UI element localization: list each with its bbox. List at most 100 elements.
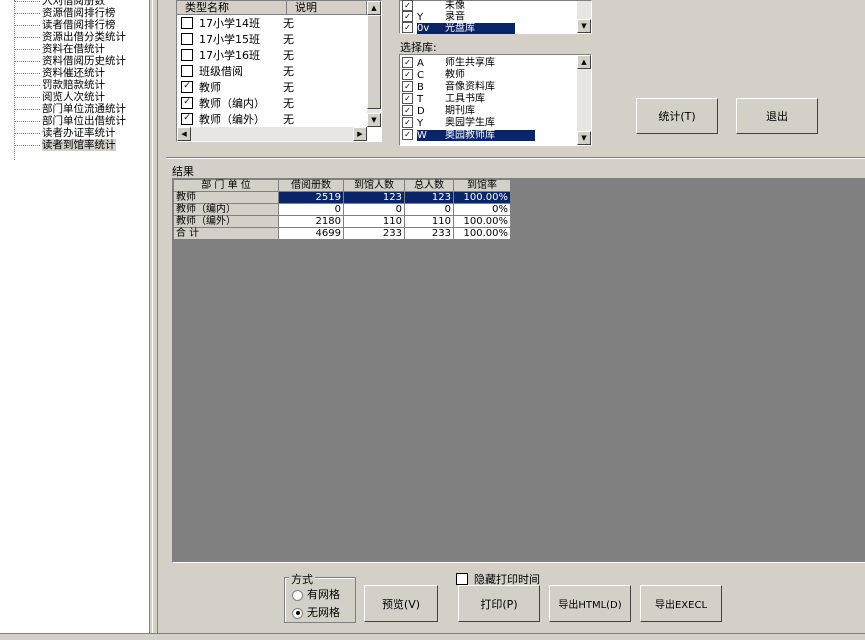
tree-item[interactable]: 资源借阅排行榜 bbox=[14, 8, 116, 19]
scroll-left-icon[interactable]: ◀ bbox=[177, 127, 191, 141]
exit-button[interactable]: 退出 bbox=[736, 98, 818, 134]
checkbox-checked-icon[interactable]: ✓ bbox=[181, 81, 193, 93]
radio-nogrid[interactable] bbox=[292, 607, 303, 619]
column-header-description[interactable]: 说明 bbox=[287, 1, 367, 15]
checkbox-checked-icon[interactable]: ✓ bbox=[402, 22, 413, 33]
unit-cell[interactable]: 教师（编内） bbox=[173, 203, 279, 216]
borrow-cell[interactable]: 2519 bbox=[278, 191, 344, 204]
checkbox-unchecked-icon[interactable] bbox=[181, 65, 193, 77]
tree-item[interactable]: 入刈借阅册数 bbox=[14, 0, 105, 7]
unit-cell[interactable]: 合 计 bbox=[173, 227, 279, 240]
export-html-button[interactable]: 导出HTML(D) bbox=[549, 585, 631, 622]
scroll-up-icon[interactable]: ▲ bbox=[367, 1, 381, 15]
library-list[interactable]: ✓ A 师生共享库 ✓ C 教师 ✓ B 音像资料库 ✓ T 工具书库 ✓ D 期刊库 ✓ Y 奥园学生库 ✓ W 奥园… bbox=[399, 54, 592, 146]
rate-cell[interactable]: 100.00% bbox=[453, 227, 511, 240]
library-list-vscroll[interactable]: ▲ ▼ bbox=[577, 55, 591, 145]
checkbox-checked-icon[interactable]: ✓ bbox=[402, 0, 413, 11]
library-item[interactable]: ✓ C 教师 bbox=[402, 69, 465, 81]
visit-cell[interactable]: 123 bbox=[343, 191, 405, 204]
header-unit[interactable]: 部 门 单 位 bbox=[173, 179, 279, 192]
tree-item[interactable]: 部门单位出借统计 bbox=[14, 116, 126, 127]
tree-item[interactable]: 读者借阅排行榜 bbox=[14, 20, 116, 31]
checkbox-checked-icon[interactable]: ✓ bbox=[402, 11, 413, 22]
tree-item[interactable]: 资料借阅历史统计 bbox=[14, 56, 126, 67]
checkbox-unchecked-icon[interactable] bbox=[181, 49, 193, 61]
top_list-item[interactable]: ✓ 0v 光盘库 bbox=[402, 22, 515, 34]
unit-cell[interactable]: 教师 bbox=[173, 191, 279, 204]
type-list-item[interactable]: 17小学14班 无 bbox=[181, 16, 294, 31]
scroll-right-icon[interactable]: ▶ bbox=[353, 127, 367, 141]
scroll-up-icon[interactable]: ▲ bbox=[577, 55, 591, 69]
tree-item[interactable]: 罚款赔款统计 bbox=[14, 80, 105, 91]
reader-type-list[interactable]: 类型名称 说明 17小学14班无 17小学15班无 17小学16班无班级借阅无 ✓ 教师… bbox=[176, 0, 382, 142]
preview-button[interactable]: 预览(V) bbox=[364, 585, 438, 622]
borrow-cell[interactable]: 2180 bbox=[278, 215, 344, 228]
tree-item[interactable]: 资源出借分类统计 bbox=[14, 32, 126, 43]
type-list-item[interactable]: ✓ 教师（编外） 无 bbox=[181, 112, 294, 127]
result-grid[interactable]: 部 门 单 位 借阅册数 到馆人数 总人数 到馆率 教师 2519 123 123 10… bbox=[172, 178, 865, 563]
tree-item[interactable]: 资料在借统计 bbox=[14, 44, 105, 55]
material-list-vscroll[interactable]: ▼ bbox=[577, 1, 591, 33]
tree-item[interactable]: 读者办证率统计 bbox=[14, 128, 116, 139]
checkbox-checked-icon[interactable]: ✓ bbox=[181, 113, 193, 125]
rate-cell[interactable]: 100.00% bbox=[453, 215, 511, 228]
total-cell[interactable]: 123 bbox=[404, 191, 454, 204]
print-button[interactable]: 打印(P) bbox=[458, 585, 540, 622]
visit-cell[interactable]: 0 bbox=[343, 203, 405, 216]
library-item[interactable]: ✓ Y 奥园学生库 bbox=[402, 117, 495, 129]
table-row[interactable]: 教师（编内） 0 0 0 0% bbox=[173, 203, 511, 216]
header-total[interactable]: 总人数 bbox=[404, 179, 454, 192]
library-item[interactable]: ✓ D 期刊库 bbox=[402, 105, 475, 117]
mode-option-nogrid[interactable]: 无网格 bbox=[292, 604, 340, 620]
visit-cell[interactable]: 233 bbox=[343, 227, 405, 240]
checkbox-box[interactable] bbox=[456, 573, 468, 585]
top_list-item[interactable]: ✓ Y 录音 bbox=[402, 11, 465, 23]
column-header-type-name[interactable]: 类型名称 bbox=[177, 1, 287, 15]
checkbox-checked-icon[interactable]: ✓ bbox=[402, 117, 413, 128]
checkbox-checked-icon[interactable]: ✓ bbox=[402, 81, 413, 92]
unit-cell[interactable]: 教师（编外） bbox=[173, 215, 279, 228]
result-table[interactable]: 部 门 单 位 借阅册数 到馆人数 总人数 到馆率 教师 2519 123 123 10… bbox=[173, 179, 511, 240]
tree-item[interactable]: 阅览人次统计 bbox=[14, 92, 105, 103]
total-cell[interactable]: 233 bbox=[404, 227, 454, 240]
checkbox-checked-icon[interactable]: ✓ bbox=[402, 129, 413, 140]
export-excel-button[interactable]: 导出EXECL bbox=[640, 585, 722, 622]
checkbox-unchecked-icon[interactable] bbox=[181, 33, 193, 45]
checkbox-checked-icon[interactable]: ✓ bbox=[402, 105, 413, 116]
type-list-item[interactable]: 17小学16班 无 bbox=[181, 48, 294, 63]
scroll-down-icon[interactable]: ▼ bbox=[577, 131, 591, 145]
total-cell[interactable]: 0 bbox=[404, 203, 454, 216]
table-row[interactable]: 合 计 4699 233 233 100.00% bbox=[173, 227, 511, 240]
checkbox-checked-icon[interactable]: ✓ bbox=[402, 69, 413, 80]
type-list-item[interactable]: 17小学15班 无 bbox=[181, 32, 294, 47]
total-cell[interactable]: 110 bbox=[404, 215, 454, 228]
checkbox-checked-icon[interactable]: ✓ bbox=[181, 97, 193, 109]
checkbox-checked-icon[interactable]: ✓ bbox=[402, 93, 413, 104]
rate-cell[interactable]: 0% bbox=[453, 203, 511, 216]
library-item[interactable]: ✓ B 音像资料库 bbox=[402, 81, 495, 93]
borrow-cell[interactable]: 4699 bbox=[278, 227, 344, 240]
table-row[interactable]: 教师（编外） 2180 110 110 100.00% bbox=[173, 215, 511, 228]
radio-grid[interactable] bbox=[292, 589, 303, 601]
tree-item[interactable]: 资料催还统计 bbox=[14, 68, 105, 79]
type-list-hscroll[interactable]: ◀ ▶ bbox=[177, 127, 367, 141]
borrow-cell[interactable]: 0 bbox=[278, 203, 344, 216]
splitter[interactable] bbox=[152, 0, 158, 639]
checkbox-unchecked-icon[interactable] bbox=[181, 17, 193, 29]
tree-item[interactable]: 读者到馆率统计 bbox=[14, 139, 116, 151]
type-list-item[interactable]: ✓ 教师 无 bbox=[181, 80, 294, 95]
visit-cell[interactable]: 110 bbox=[343, 215, 405, 228]
material-type-list[interactable]: ✓ 未像 ✓ Y 录音 ✓ 0v 光盘库 ▼ bbox=[399, 0, 592, 34]
checkbox-checked-icon[interactable]: ✓ bbox=[402, 57, 413, 68]
report-tree[interactable]: 入刈借阅册数 资源借阅排行榜 读者借阅排行榜 资源出借分类统计 资料在借统计 资料借阅历史… bbox=[0, 0, 150, 633]
header-rate[interactable]: 到馆率 bbox=[453, 179, 511, 192]
library-item[interactable]: ✓ T 工具书库 bbox=[402, 93, 485, 105]
type-list-item[interactable]: 班级借阅 无 bbox=[181, 64, 294, 79]
scroll-down-icon[interactable]: ▼ bbox=[577, 19, 591, 33]
scroll-thumb[interactable] bbox=[367, 15, 381, 109]
scroll-down-icon[interactable]: ▼ bbox=[367, 113, 381, 127]
header-visit[interactable]: 到馆人数 bbox=[343, 179, 405, 192]
type-list-item[interactable]: ✓ 教师（编内） 无 bbox=[181, 96, 294, 111]
table-row[interactable]: 教师 2519 123 123 100.00% bbox=[173, 191, 511, 204]
library-item[interactable]: ✓ W 奥园教师库 bbox=[402, 129, 535, 141]
